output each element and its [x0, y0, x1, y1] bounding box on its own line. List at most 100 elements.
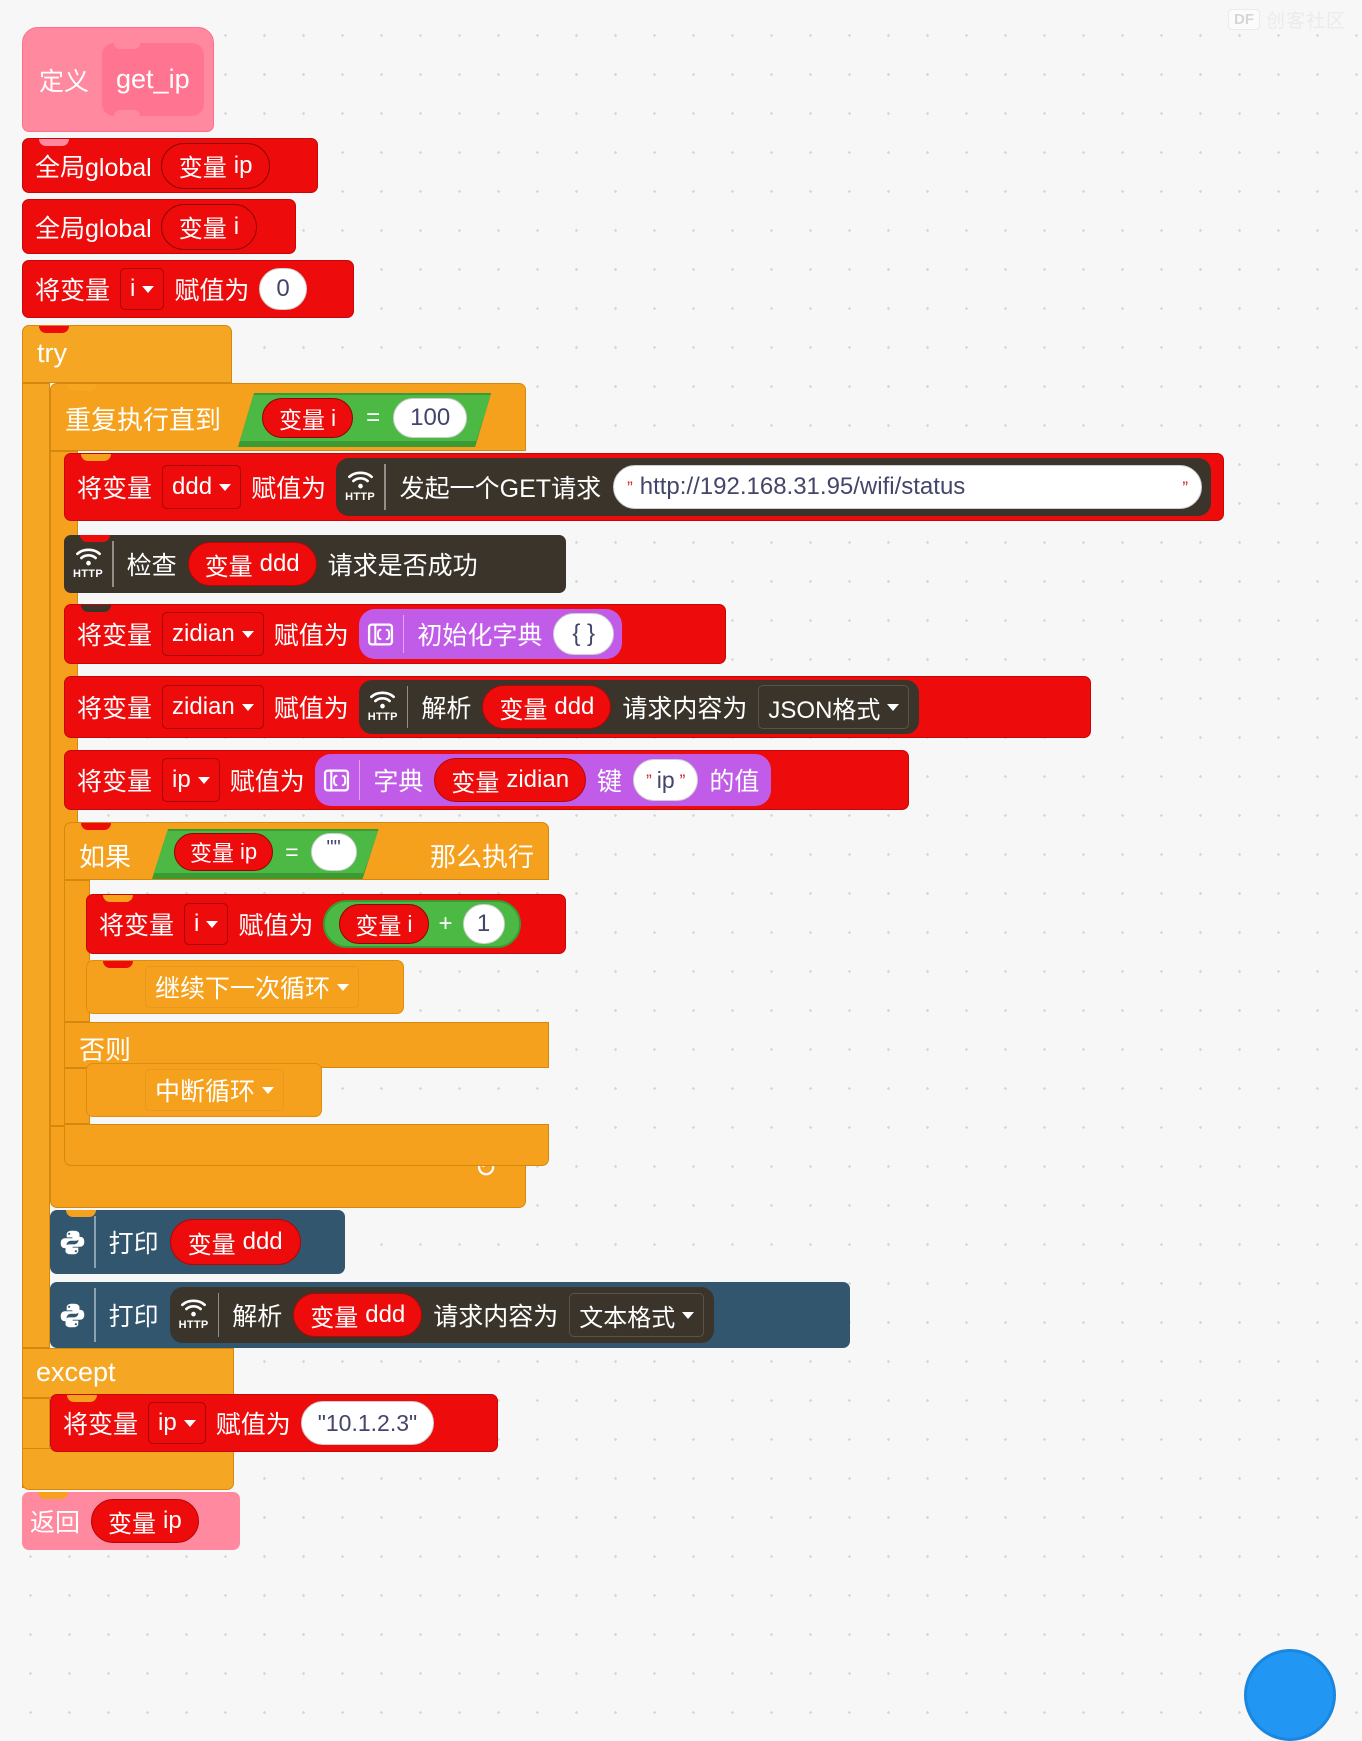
url-text-input[interactable]: ” http://192.168.31.95/wifi/status ”: [613, 465, 1202, 509]
try-bottom-bar: [22, 1448, 234, 1490]
open-quote: ”: [646, 770, 652, 790]
dict-literal-input[interactable]: { }: [553, 613, 615, 655]
ip-text-input[interactable]: "10.1.2.3": [300, 1401, 435, 1445]
key-tail: 的值: [709, 768, 760, 796]
equals-condition-i-100[interactable]: 变量 i = 100: [238, 393, 491, 443]
variable-pill-ddd[interactable]: 变量 ddd: [169, 1219, 301, 1265]
variable-pill-ip[interactable]: 变量 ip: [160, 142, 271, 189]
variable-dropdown-i[interactable]: i: [184, 903, 229, 945]
set-prefix: 将变量: [35, 277, 111, 305]
divider: [384, 464, 386, 510]
try-label: try: [37, 338, 67, 368]
global-declare-ip-block[interactable]: 全局global 变量 ip: [22, 138, 318, 193]
define-keyword: 定义: [39, 67, 90, 96]
dict-key-value: ip: [656, 766, 675, 793]
set-ddd-get-request-block[interactable]: 将变量 ddd 赋值为 HTTP 发起一个GET请求 ” http://192.…: [64, 453, 1224, 521]
chevron-down-icon: [887, 703, 900, 711]
variable-pill-ip[interactable]: 变量 ip: [174, 833, 273, 871]
variable-dropdown-ddd[interactable]: ddd: [162, 465, 242, 509]
addition-operator-reporter[interactable]: 变量 i + 1: [323, 900, 521, 948]
set-mid: 赋值为: [229, 768, 305, 796]
close-quote: ”: [1182, 477, 1188, 497]
variable-pill-ddd[interactable]: 变量 ddd: [187, 542, 317, 586]
variable-dropdown-value: ddd: [172, 473, 213, 500]
global-keyword-ip: 全局global: [35, 153, 152, 182]
variable-dropdown-ip[interactable]: ip: [162, 758, 220, 802]
variable-dropdown-i[interactable]: i: [120, 268, 165, 310]
return-label: 返回: [30, 1509, 81, 1537]
variable-dropdown-ip[interactable]: ip: [148, 1402, 206, 1444]
variable-name: ddd: [554, 693, 595, 720]
variable-name: ip: [163, 1507, 182, 1534]
set-zidian-parse-json-block[interactable]: 将变量 zidian 赋值为 HTTP 解析 变量 ddd 请求内容为 JSON…: [64, 676, 1091, 738]
parse-suffix: 请求内容为: [622, 695, 748, 723]
increment-i-block[interactable]: 将变量 i 赋值为 变量 i + 1: [86, 894, 566, 954]
http-wifi-icon: HTTP: [64, 548, 112, 580]
break-loop-block[interactable]: 中断循环: [86, 1063, 322, 1117]
variable-label: 变量: [108, 1510, 157, 1538]
format-dropdown-text[interactable]: 文本格式: [569, 1293, 705, 1337]
global-keyword-i: 全局global: [35, 214, 152, 243]
print-label: 打印: [108, 1230, 159, 1258]
variable-pill-ip[interactable]: 变量 ip: [91, 1499, 199, 1543]
variable-pill-i[interactable]: 变量 i: [262, 398, 353, 438]
variable-pill-ddd[interactable]: 变量 ddd: [293, 1293, 423, 1337]
number-input-100[interactable]: 100: [393, 398, 467, 438]
variable-pill-i[interactable]: 变量 i: [160, 203, 258, 250]
dict-label: 字典: [373, 768, 424, 796]
check-prefix: 检查: [126, 552, 177, 580]
set-ip-fallback-block[interactable]: 将变量 ip 赋值为 "10.1.2.3": [50, 1394, 498, 1452]
parse-json-reporter[interactable]: HTTP 解析 变量 ddd 请求内容为 JSON格式: [358, 680, 920, 734]
help-fab-button[interactable]: [1244, 1649, 1336, 1741]
number-input-zero[interactable]: 0: [259, 268, 307, 310]
dict-key-input[interactable]: ” ip ”: [633, 759, 699, 801]
open-quote: ”: [627, 477, 633, 497]
try-header-bar[interactable]: try: [22, 325, 232, 383]
variable-pill-zidian[interactable]: 变量 zidian: [434, 758, 587, 802]
continue-label: 继续下一次循环: [155, 975, 331, 1003]
divider: [402, 615, 405, 653]
check-request-success-block[interactable]: HTTP 检查 变量 ddd 请求是否成功: [64, 535, 566, 593]
empty-string-input[interactable]: "": [311, 833, 357, 871]
set-prefix: 将变量: [77, 768, 153, 796]
variable-pill-ddd[interactable]: 变量 ddd: [482, 685, 612, 729]
continue-dropdown[interactable]: 继续下一次循环: [145, 966, 360, 1008]
set-variable-i-block[interactable]: 将变量 i 赋值为 0: [22, 260, 354, 318]
variable-pill-i[interactable]: 变量 i: [339, 904, 429, 944]
format-dropdown-json[interactable]: JSON格式: [758, 685, 910, 729]
set-mid: 赋值为: [273, 695, 349, 723]
init-dictionary-reporter[interactable]: 初始化字典 { }: [358, 609, 623, 659]
equals-condition-ip-empty[interactable]: 变量 ip = "": [152, 829, 379, 875]
break-dropdown[interactable]: 中断循环: [145, 1069, 285, 1111]
variable-dropdown-value: zidian: [172, 620, 235, 647]
function-name-field[interactable]: get_ip: [102, 43, 204, 116]
parse-text-reporter[interactable]: HTTP 解析 变量 ddd 请求内容为 文本格式: [169, 1287, 715, 1343]
blockly-workspace[interactable]: DF 创客社区 定义 get_ip 全局global 变量 ip 全局globa…: [0, 0, 1362, 1741]
set-prefix: 将变量: [77, 475, 153, 503]
print-parse-text-block[interactable]: 打印 HTTP 解析 变量 ddd 请求内容为 文本格式: [50, 1282, 850, 1348]
http-get-request-reporter[interactable]: HTTP 发起一个GET请求 ” http://192.168.31.95/wi…: [336, 458, 1211, 516]
except-header-bar[interactable]: except: [22, 1348, 234, 1398]
equals-operator: =: [366, 404, 381, 431]
variable-dropdown-zidian[interactable]: zidian: [162, 685, 264, 729]
number-input-one[interactable]: 1: [462, 904, 505, 944]
variable-name: ddd: [242, 1228, 283, 1255]
variable-dropdown-value: i: [194, 910, 200, 937]
print-ddd-block[interactable]: 打印 变量 ddd: [50, 1210, 345, 1274]
chevron-down-icon: [241, 630, 254, 638]
variable-name: zidian: [506, 766, 570, 793]
define-function-block[interactable]: 定义 get_ip: [22, 27, 214, 132]
set-mid: 赋值为: [251, 475, 327, 503]
break-label: 中断循环: [155, 1078, 256, 1106]
continue-loop-block[interactable]: 继续下一次循环: [86, 960, 404, 1014]
dict-get-key-reporter[interactable]: 字典 变量 zidian 键 ” ip ” 的值: [314, 754, 772, 806]
variable-dropdown-zidian[interactable]: zidian: [162, 612, 264, 656]
variable-name: i: [331, 404, 337, 431]
else-header-bar[interactable]: 否则: [64, 1022, 549, 1068]
set-zidian-init-dict-block[interactable]: 将变量 zidian 赋值为 初始化字典 { }: [64, 604, 726, 664]
global-declare-i-block[interactable]: 全局global 变量 i: [22, 199, 296, 254]
set-ip-from-dict-block[interactable]: 将变量 ip 赋值为 字典 变量 zidian 键 ” ip ” 的值: [64, 750, 909, 810]
init-dict-label: 初始化字典: [417, 622, 543, 650]
set-prefix: 将变量: [77, 695, 153, 723]
return-block[interactable]: 返回 变量 ip: [22, 1492, 240, 1550]
